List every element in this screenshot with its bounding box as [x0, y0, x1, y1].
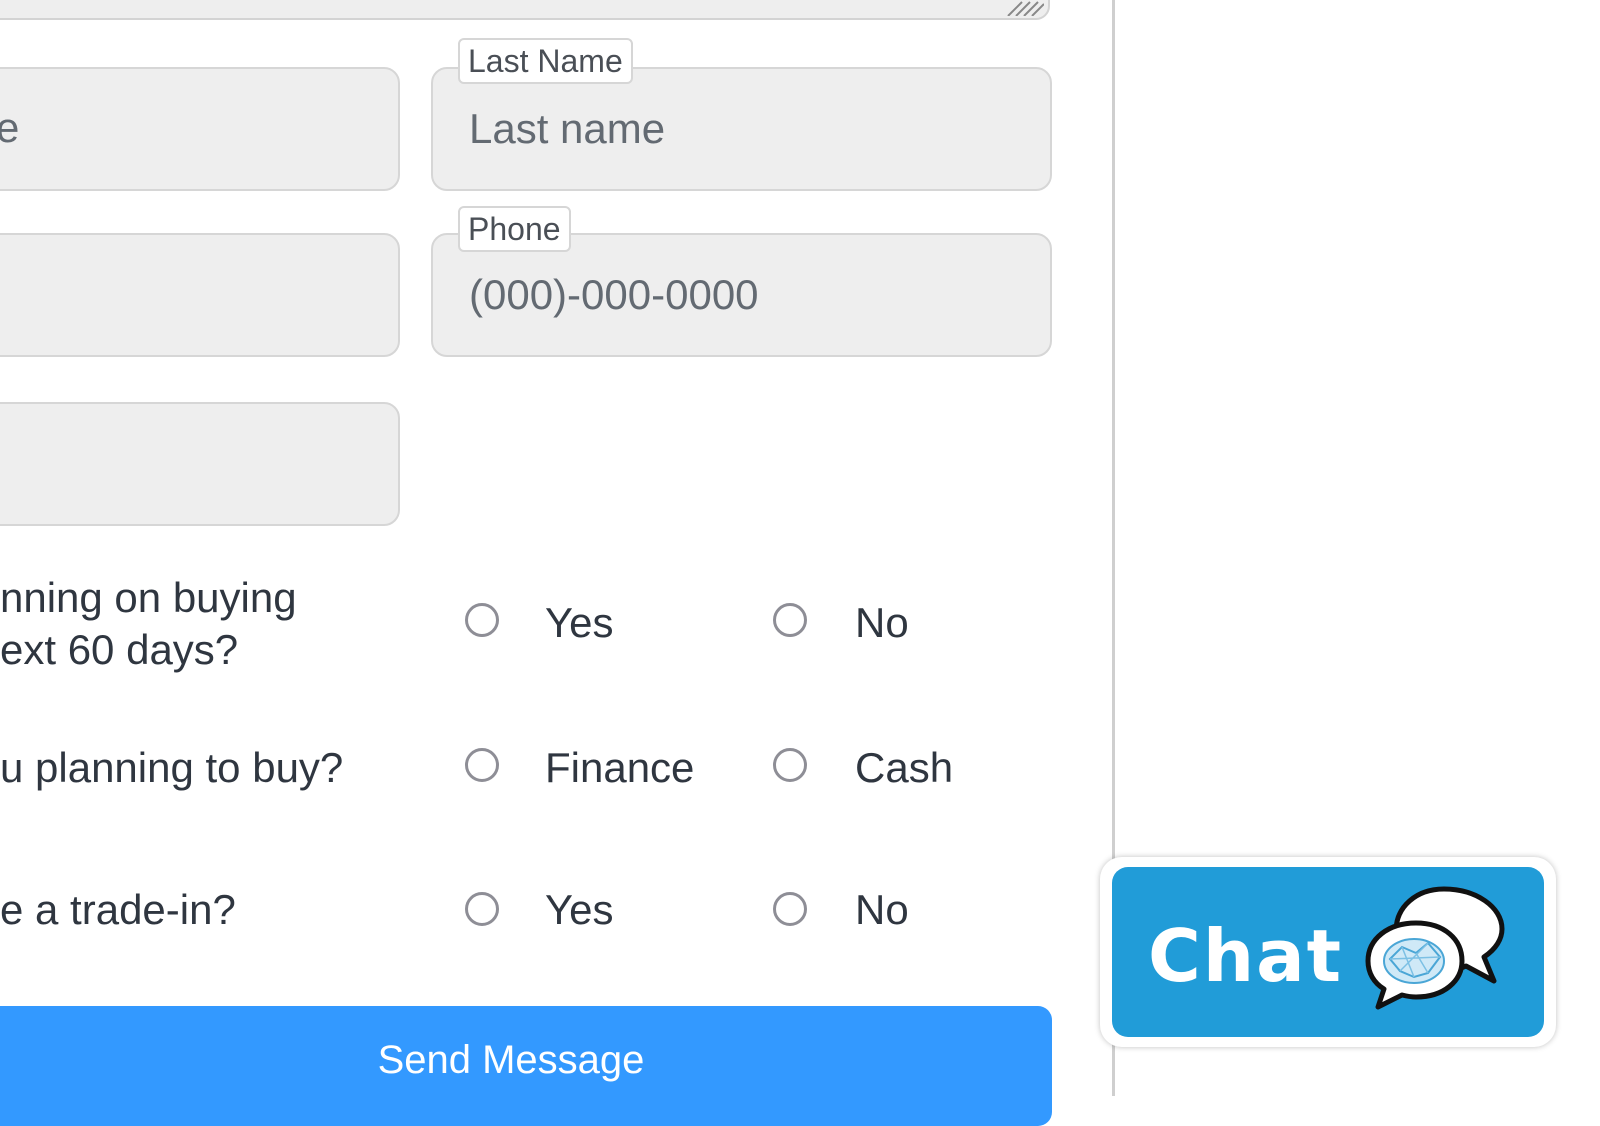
send-message-button[interactable]: Send Message	[0, 1006, 1052, 1126]
chat-bubbles-brain-icon	[1365, 886, 1505, 1010]
question-text-line1: nning on buying	[0, 574, 297, 621]
radio-payment-cash[interactable]	[773, 748, 807, 782]
radio-label-finance[interactable]: Finance	[545, 743, 694, 793]
last-name-input[interactable]	[433, 69, 1050, 189]
email-field[interactable]	[0, 233, 400, 357]
zip-field[interactable]	[0, 402, 400, 526]
resize-grip-icon[interactable]	[1004, 0, 1044, 16]
chat-widget-button[interactable]: Chat	[1100, 857, 1556, 1047]
question-payment-method: u planning to buy?	[0, 744, 344, 791]
phone-label: Phone	[458, 206, 571, 252]
radio-payment-finance[interactable]	[465, 748, 499, 782]
radio-buying-no[interactable]	[773, 603, 807, 637]
message-textarea[interactable]	[0, 0, 1050, 20]
question-trade-in: e a trade-in?	[0, 886, 236, 933]
radio-label-buying-no[interactable]: No	[855, 598, 909, 648]
radio-trade-in-no[interactable]	[773, 892, 807, 926]
first-name-field[interactable]: e	[0, 67, 400, 191]
phone-input[interactable]	[433, 235, 1050, 355]
question-text-line2: ext 60 days?	[0, 626, 239, 673]
last-name-label: Last Name	[458, 38, 633, 84]
chat-label: Chat	[1148, 914, 1344, 998]
radio-label-trade-in-yes[interactable]: Yes	[545, 885, 614, 935]
radio-label-buying-yes[interactable]: Yes	[545, 598, 614, 648]
radio-label-trade-in-no[interactable]: No	[855, 885, 909, 935]
question-buying-timeframe: nning on buying ext 60 days?	[0, 572, 297, 676]
radio-label-cash[interactable]: Cash	[855, 743, 953, 793]
last-name-field[interactable]	[431, 67, 1052, 191]
chat-widget-body[interactable]: Chat	[1112, 867, 1544, 1037]
radio-buying-yes[interactable]	[465, 603, 499, 637]
first-name-fragment: e	[0, 104, 20, 151]
radio-trade-in-yes[interactable]	[465, 892, 499, 926]
